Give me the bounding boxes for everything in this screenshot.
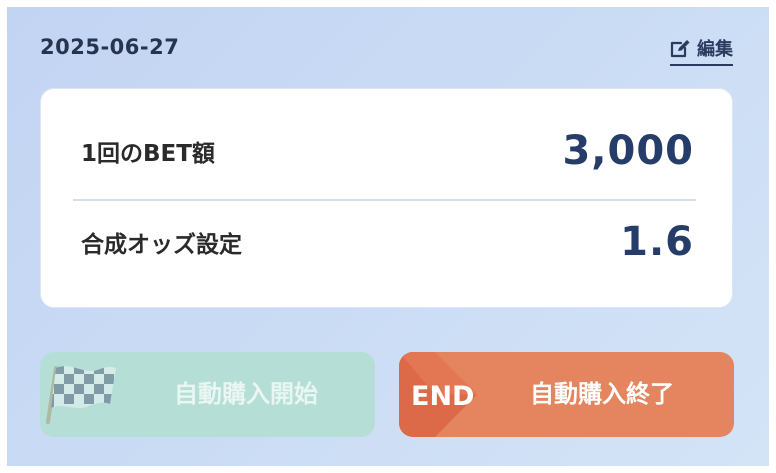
end-icon: END bbox=[399, 352, 489, 437]
odds-row[interactable]: 合成オッズ設定 1.6 bbox=[81, 216, 694, 268]
end-auto-purchase-button[interactable]: END 自動購入終了 bbox=[399, 352, 734, 437]
start-button-label: 自動購入開始 bbox=[174, 380, 318, 408]
edit-icon bbox=[670, 38, 692, 58]
bet-amount-label: 1回のBET額 bbox=[81, 141, 215, 167]
date-label: 2025-06-27 bbox=[40, 35, 180, 59]
bet-amount-value: 3,000 bbox=[562, 128, 694, 174]
checkered-flag-icon bbox=[44, 356, 124, 437]
odds-value: 1.6 bbox=[620, 219, 694, 265]
end-button-label: 自動購入終了 bbox=[530, 380, 674, 408]
edit-label: 編集 bbox=[697, 39, 733, 60]
settings-card: 1回のBET額 3,000 合成オッズ設定 1.6 bbox=[40, 88, 733, 308]
end-icon-text: END bbox=[411, 381, 474, 412]
settings-divider bbox=[73, 199, 696, 201]
odds-label: 合成オッズ設定 bbox=[81, 232, 242, 258]
bet-amount-row[interactable]: 1回のBET額 3,000 bbox=[81, 125, 694, 177]
edit-button[interactable]: 編集 bbox=[670, 35, 733, 66]
start-auto-purchase-button[interactable]: 自動購入開始 bbox=[40, 352, 375, 437]
auto-purchase-panel: 2025-06-27 編集 1回のBET額 3,000 合成オッズ設定 1.6 bbox=[7, 7, 769, 466]
